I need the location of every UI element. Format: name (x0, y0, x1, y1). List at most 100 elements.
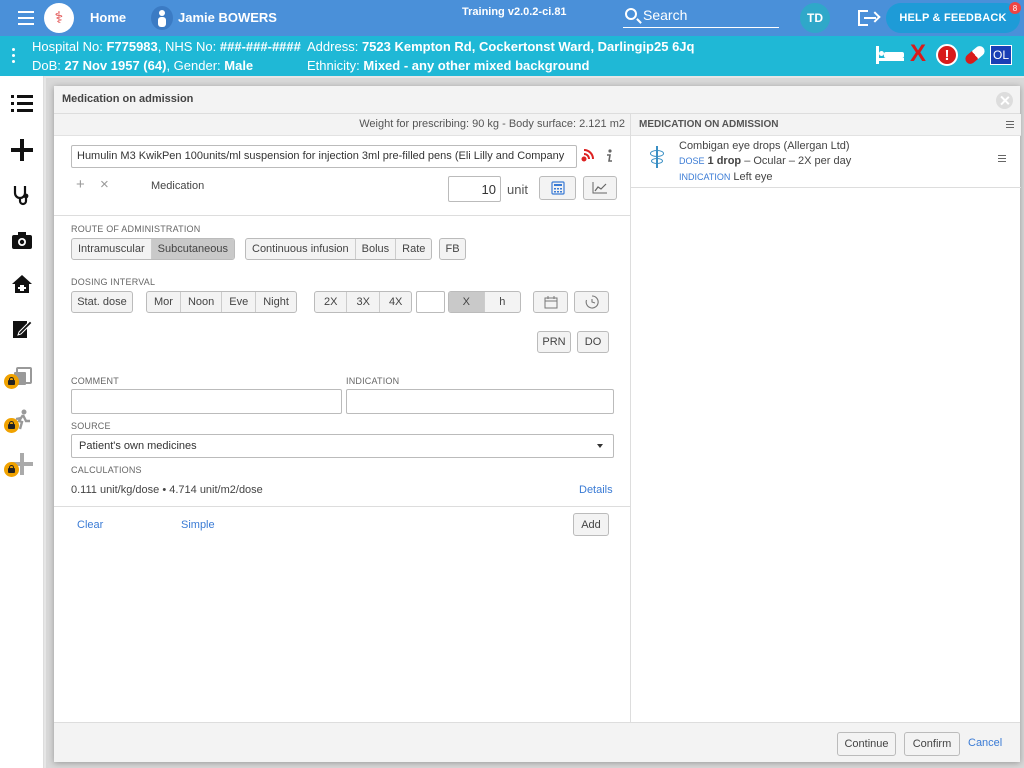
time-noon[interactable]: Noon (181, 292, 223, 312)
prn-button[interactable]: PRN (537, 331, 571, 353)
confirm-button[interactable]: Confirm (904, 732, 960, 756)
ethnicity-label: Ethnicity: (307, 58, 360, 73)
help-feedback-button[interactable]: HELP & FEEDBACK (886, 3, 1020, 33)
nav-locked-add[interactable] (0, 442, 44, 486)
indication-input[interactable] (346, 389, 614, 414)
route-section-label: ROUTE OF ADMINISTRATION (71, 224, 201, 234)
dob-gender-line: DoB: 27 Nov 1957 (64), Gender: Male (32, 58, 253, 73)
frequency-group: 2X 3X 4X (314, 291, 413, 313)
plus-icon (11, 139, 33, 161)
calendar-button[interactable] (533, 291, 568, 313)
patient-name[interactable]: Jamie BOWERS (178, 10, 277, 25)
freq-2x[interactable]: 2X (315, 292, 348, 312)
side-nav (0, 76, 44, 768)
list-item[interactable]: Combigan eye drops (Allergan Ltd) DOSE 1 … (631, 136, 1021, 188)
time-evening[interactable]: Eve (222, 292, 257, 312)
time-night[interactable]: Night (256, 292, 296, 312)
nav-camera[interactable] (0, 218, 44, 262)
weight-text: Weight for prescribing: 90 kg - Body sur… (359, 118, 625, 130)
interval-hours[interactable]: h (485, 292, 520, 312)
add-button[interactable]: Add (573, 513, 609, 536)
app-logo-icon[interactable]: ⚕ (44, 3, 74, 33)
medication-input[interactable]: Humulin M3 KwikPen 100units/ml suspensio… (71, 145, 577, 168)
list-header: MEDICATION ON ADMISSION (631, 114, 1021, 136)
stat-dose-button[interactable]: Stat. dose (71, 291, 133, 313)
route-rate[interactable]: Rate (396, 239, 431, 259)
remove-icon[interactable]: × (100, 176, 109, 193)
time-morning[interactable]: Mor (147, 292, 181, 312)
user-avatar[interactable]: TD (800, 3, 830, 33)
freq-3x[interactable]: 3X (347, 292, 380, 312)
form-divider (54, 506, 630, 507)
dob-label: DoB: (32, 58, 61, 73)
medication-pill-icon[interactable] (963, 44, 987, 66)
do-button[interactable]: DO (577, 331, 609, 353)
simple-link[interactable]: Simple (181, 519, 215, 531)
route-group-2: Continuous infusion Bolus Rate (245, 238, 433, 260)
calculator-button[interactable] (539, 176, 576, 200)
clear-link[interactable]: Clear (77, 519, 103, 531)
fb-button[interactable]: FB (439, 238, 466, 260)
nav-locked-activity[interactable] (0, 398, 44, 442)
schedule-button[interactable] (574, 291, 609, 313)
nav-list[interactable] (0, 82, 44, 126)
nav-add[interactable] (0, 128, 44, 172)
top-bar: ⚕ Home Jamie BOWERS Training v2.0.2-ci.8… (0, 0, 1024, 36)
patient-person-icon (151, 6, 173, 30)
weight-bar: Weight for prescribing: 90 kg - Body sur… (54, 114, 630, 136)
route-subcutaneous[interactable]: Subcutaneous (151, 239, 234, 259)
signal-icon[interactable] (580, 149, 594, 163)
dose-tag: DOSE (679, 156, 705, 166)
details-link[interactable]: Details (579, 484, 613, 496)
gender-label: , Gender: (166, 58, 221, 73)
route-bolus[interactable]: Bolus (356, 239, 397, 259)
chart-button[interactable] (583, 176, 617, 200)
interval-times[interactable]: X (449, 292, 485, 312)
indication-tag: INDICATION (679, 172, 731, 182)
dob-value: 27 Nov 1957 (64) (64, 58, 167, 73)
route-group-1: Intramuscular Subcutaneous (71, 238, 235, 260)
medication-indication: INDICATION Left eye (679, 171, 772, 183)
no-allergy-x-icon[interactable]: X (910, 42, 926, 66)
item-menu-icon[interactable] (998, 155, 1006, 163)
route-continuous-infusion[interactable]: Continuous infusion (246, 239, 356, 259)
freq-4x[interactable]: 4X (380, 292, 411, 312)
dialog-header: Medication on admission (54, 86, 1020, 114)
search-field[interactable]: Search (623, 6, 779, 28)
source-select[interactable]: Patient's own medicines (71, 434, 614, 458)
alert-icon[interactable]: ! (936, 44, 958, 66)
indication-value: Left eye (733, 171, 773, 183)
nav-home-care[interactable] (0, 262, 44, 306)
version-label: Training v2.0.2-ci.81 (462, 6, 567, 18)
home-link[interactable]: Home (90, 10, 126, 25)
address-line: Address: 7523 Kempton Rd, Cockertonst Wa… (307, 39, 694, 54)
route-intramuscular[interactable]: Intramuscular (72, 239, 152, 259)
continue-button[interactable]: Continue (837, 732, 896, 756)
bed-icon[interactable] (876, 46, 904, 64)
caduceus-icon (647, 146, 667, 168)
nav-stethoscope[interactable] (0, 173, 44, 217)
nav-locked-orders[interactable] (0, 354, 44, 398)
calendar-icon (544, 295, 557, 308)
ethnicity-value: Mixed - any other mixed background (363, 58, 590, 73)
logout-icon[interactable] (858, 10, 881, 26)
address-label: Address: (307, 39, 359, 54)
interval-unit-group: X h (448, 291, 521, 313)
search-icon (625, 8, 637, 20)
interval-input[interactable] (416, 291, 445, 313)
admission-medications-list: MEDICATION ON ADMISSION Combigan eye dro… (630, 114, 1021, 722)
nav-notes[interactable] (0, 306, 44, 350)
add-icon[interactable]: + (76, 176, 85, 193)
close-icon[interactable] (996, 92, 1013, 109)
list-title: MEDICATION ON ADMISSION (639, 119, 779, 130)
patient-banner: Hospital No: F775983, NHS No: ###-###-##… (0, 36, 1024, 76)
info-icon[interactable] (603, 149, 615, 163)
comment-input[interactable] (71, 389, 342, 414)
quantity-input[interactable]: 10 (448, 176, 501, 202)
list-menu-icon[interactable] (1006, 121, 1014, 129)
banner-more-icon[interactable] (12, 48, 16, 66)
hamburger-menu-icon[interactable] (18, 11, 34, 25)
ol-badge-icon[interactable]: OL (990, 45, 1012, 65)
cancel-link[interactable]: Cancel (968, 737, 1002, 749)
dialog-title: Medication on admission (62, 93, 194, 105)
